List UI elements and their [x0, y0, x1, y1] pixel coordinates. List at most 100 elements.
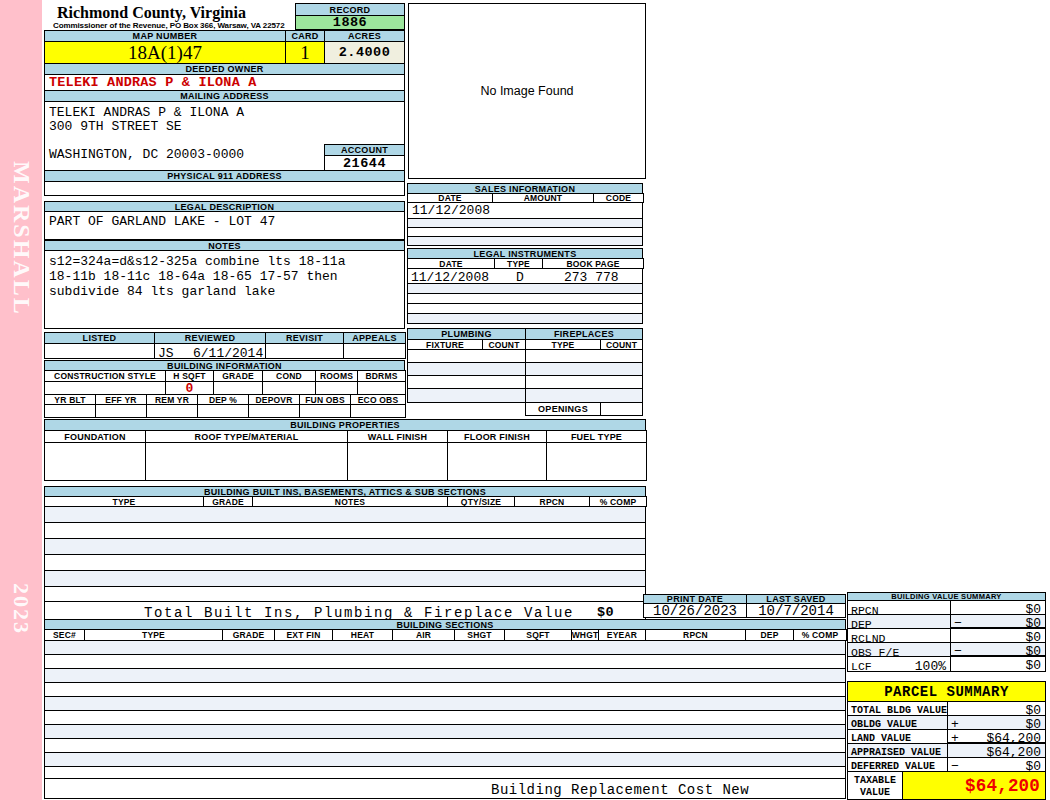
- plumbing-fireplaces-divider: [525, 349, 526, 403]
- review-cell-appeals: [343, 343, 406, 359]
- sidebar-year-watermark: 2023: [0, 577, 42, 641]
- card-value: 1: [285, 41, 325, 64]
- notes-line-3: subdivide 84 lts garland lake: [49, 284, 275, 299]
- legal-instruments-empty-row: [407, 294, 643, 304]
- taxable-value-text: $64,200: [965, 776, 1040, 796]
- sales-empty-row: [407, 237, 643, 246]
- building-sections-footer-row: Building Replacement Cost New: [44, 778, 846, 799]
- parcel-value-obldg-value: +$0: [947, 715, 1046, 730]
- built-ins-empty-row: [45, 587, 645, 601]
- review-cell-revisit: [265, 343, 344, 359]
- bvs-value-dep: −$0: [950, 614, 1046, 629]
- building-sections-empty-row: [45, 669, 845, 683]
- built-ins-empty-row: [45, 555, 645, 571]
- bvs-value-obs-fe: −$0: [950, 642, 1046, 657]
- acres-value: 2.4000: [324, 41, 405, 64]
- reviewed-by: JS: [158, 346, 174, 361]
- taxable-value-label-cell: TAXABLEVALUE: [847, 771, 903, 800]
- built-ins-empty-row: [45, 523, 645, 539]
- legal-instruments-empty-row: [407, 314, 643, 324]
- building-sections-empty-row: [45, 725, 845, 739]
- review-cell-reviewed: JS 6/11/2014: [154, 343, 266, 359]
- sales-empty-row: [407, 228, 643, 237]
- parcel-label-obldg-value: OBLDG VALUE: [847, 715, 948, 730]
- building-info-value-eff-yr: [95, 404, 147, 418]
- legal-description-value: PART OF GARLAND LAKE - LOT 47: [44, 211, 405, 240]
- deeded-owner-value: TELEKI ANDRAS P & ILONA A: [44, 74, 405, 91]
- property-record-card: MARSHALL 2023 Richmond County, Virginia …: [0, 0, 1050, 800]
- taxable-value-cell: $64,200: [902, 771, 1046, 800]
- built-ins-empty-row: [45, 507, 645, 523]
- notes-block: s12=324a=d&s12-325a combine lts 18-11a18…: [44, 250, 405, 329]
- county-title: Richmond County, Virginia: [57, 4, 297, 22]
- last-saved-value: 10/7/2014: [746, 603, 846, 618]
- mailing-line-3: WASHINGTON, DC 20003-0000: [49, 147, 244, 162]
- notes-line-2: 18-11b 18-11c 18-64a 18-65 17-57 then: [49, 269, 338, 284]
- legal-instrument-book-page: 273 778: [564, 270, 619, 285]
- bvs-value-lcf: $0: [950, 656, 1046, 672]
- building-info-value-dep-pct: [197, 404, 249, 418]
- bvs-label-text: LCF: [851, 660, 872, 673]
- sales-row-date: 11/12/2008: [407, 202, 643, 219]
- building-info-value-rooms: [315, 381, 358, 395]
- building-info-value-cond: [262, 381, 316, 395]
- building-sections-empty-row: [45, 655, 845, 669]
- reviewed-date: 6/11/2014: [193, 346, 263, 361]
- building-info-value-rem-yr: [146, 404, 198, 418]
- building-properties-value-floor-finish: [447, 442, 547, 481]
- sidebar-strip: [0, 0, 42, 800]
- legal-instruments-empty-row: [407, 284, 643, 294]
- parcel-label-appraised-value: APPRAISED VALUE: [847, 743, 948, 758]
- no-image-placeholder: No Image Found: [408, 3, 646, 179]
- building-info-value-h-sqft: 0: [165, 381, 214, 395]
- physical-911-address-value: [44, 181, 405, 196]
- fireplaces-openings-value: [600, 402, 643, 416]
- taxable-label-line2: VALUE: [848, 787, 902, 798]
- fireplaces-openings-label: OPENINGS: [525, 402, 601, 416]
- bvs-label-rpcn: RPCN: [847, 600, 951, 615]
- legal-instrument-date: 11/12/2008: [411, 270, 489, 285]
- account-value: 21644: [324, 155, 405, 171]
- building-sections-empty-row: [45, 739, 845, 753]
- bvs-label-dep: DEP: [847, 614, 951, 629]
- parcel-summary-header: PARCEL SUMMARY: [847, 681, 1046, 702]
- bvs-label-lcf: LCF 100%: [847, 656, 951, 672]
- building-info-value-grade: [213, 381, 263, 395]
- bvs-value-rclnd: $0: [950, 628, 1046, 643]
- built-ins-total-value: $0: [597, 605, 614, 620]
- parcel-value-land-value: +$64,200: [947, 729, 1046, 744]
- sales-empty-row: [407, 219, 643, 228]
- bvs-value-text: $0: [1025, 658, 1041, 673]
- print-date-value: 10/26/2023: [643, 603, 747, 618]
- building-properties-value-foundation: [44, 442, 146, 481]
- map-number-value: 18A(1)47: [44, 41, 286, 64]
- legal-instruments-empty-row: [407, 304, 643, 314]
- bvs-value-rpcn: $0: [950, 600, 1046, 615]
- parcel-value-appraised-value: $64,200: [947, 743, 1046, 758]
- building-replacement-cost-label: Building Replacement Cost New: [491, 782, 749, 798]
- building-properties-value-roof-type-material: [145, 442, 348, 481]
- parcel-label-total-bldg-value: TOTAL BLDG VALUE: [847, 701, 948, 716]
- notes-line-1: s12=324a=d&s12-325a combine lts 18-11a: [49, 254, 345, 269]
- legal-instrument-type: D: [516, 270, 524, 285]
- building-sections-empty-row: [45, 683, 845, 697]
- built-ins-empty-row: [45, 539, 645, 555]
- building-info-value-fun-obs: [299, 404, 351, 418]
- building-sections-empty-row: [45, 753, 845, 767]
- building-info-value-depovr: [248, 404, 300, 418]
- building-sections-empty-row: [45, 711, 845, 725]
- review-cell-listed: [44, 343, 155, 359]
- record-value: 1886: [295, 15, 405, 30]
- building-sections-empty-row: [45, 641, 845, 655]
- building-properties-value-fuel-type: [546, 442, 647, 481]
- bvs-label-obs-fe: OBS F/E: [847, 642, 951, 657]
- building-sections-empty-row: [45, 767, 845, 778]
- building-sections-empty-row: [45, 697, 845, 711]
- building-properties-value-wall-finish: [347, 442, 448, 481]
- parcel-value-total-bldg-value: $0: [947, 701, 1046, 716]
- bvs-label-rclnd: RCLND: [847, 628, 951, 643]
- bvs-lcf-pct: 100%: [915, 659, 946, 674]
- building-info-value-construction-style: [44, 381, 166, 395]
- sidebar-vendor-watermark: MARSHALL: [0, 166, 42, 311]
- building-info-value-yr-blt: [44, 404, 96, 418]
